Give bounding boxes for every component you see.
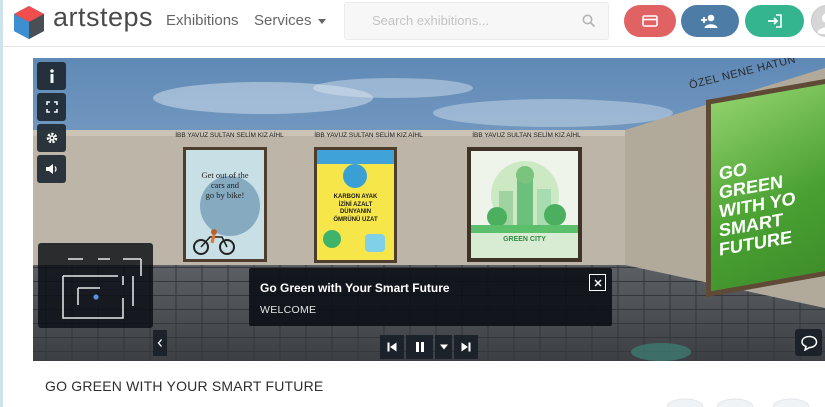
user-icon xyxy=(817,13,825,34)
sign-up-button[interactable] xyxy=(681,5,739,37)
minimap[interactable] xyxy=(38,243,153,328)
next-button[interactable] xyxy=(454,335,478,359)
poster-text: KARBON AYAK İZİNİ AZALT DÜNYANIN ÖMRÜNÜ … xyxy=(317,194,394,224)
next-icon xyxy=(461,342,471,352)
globe-graphic xyxy=(343,164,367,188)
settings-button[interactable] xyxy=(37,124,66,152)
card-icon xyxy=(642,15,658,27)
artwork-frame[interactable]: GREEN CITY xyxy=(467,147,582,262)
fullscreen-button[interactable] xyxy=(37,93,66,121)
artwork-frame-large[interactable]: GO GREEN WITH YO SMART FUTURE xyxy=(706,79,825,297)
gear-icon xyxy=(46,132,57,144)
action-buttons-partial[interactable] xyxy=(663,396,823,407)
close-icon xyxy=(594,279,601,286)
poster-line: go by bike! xyxy=(205,190,245,200)
login-icon xyxy=(767,14,782,28)
logo-text[interactable]: artsteps xyxy=(53,2,153,33)
bicycle-graphic xyxy=(193,229,235,255)
artwork-label: İBB YAVUZ SULTAN SELİM KIZ AİHL xyxy=(472,132,581,139)
info-button[interactable] xyxy=(37,62,66,90)
caption-subtitle: WELCOME xyxy=(260,304,317,316)
caption-close-button[interactable] xyxy=(589,274,606,291)
poster-line: Get out of the xyxy=(201,170,249,180)
decorative-shape xyxy=(323,230,341,248)
poster-green-city: GREEN CITY xyxy=(471,151,578,258)
top-navbar: artsteps Exhibitions Services xyxy=(3,0,825,47)
search-input[interactable] xyxy=(370,12,574,29)
nav-exhibitions[interactable]: Exhibitions xyxy=(166,12,239,29)
login-button[interactable] xyxy=(745,5,804,37)
chevron-left-icon xyxy=(157,339,162,347)
poster-line: ÖMRÜNÜ UZAT xyxy=(333,216,378,223)
artwork-caption-panel: Go Green with Your Smart Future WELCOME xyxy=(249,268,612,326)
add-user-icon xyxy=(701,14,718,28)
artsteps-logo[interactable] xyxy=(11,4,47,40)
poster-text: GO GREEN WITH YO SMART FUTURE xyxy=(719,151,796,260)
poster-text: Get out of the cars and go by bike! xyxy=(186,170,264,200)
previous-icon xyxy=(387,342,397,352)
artwork-label: İBB YAVUZ SULTAN SELİM KIZ AİHL xyxy=(314,132,423,139)
exhibition-3d-viewer[interactable]: İBB YAVUZ SULTAN SELİM KIZ AİHL Get out … xyxy=(33,58,825,361)
info-icon xyxy=(49,69,54,83)
nav-services-label: Services xyxy=(254,12,312,29)
search-icon[interactable] xyxy=(582,14,596,28)
nav-services[interactable]: Services xyxy=(254,12,326,29)
poster-bike: Get out of the cars and go by bike! xyxy=(186,150,264,259)
volume-button[interactable] xyxy=(37,155,66,183)
search-box xyxy=(344,2,609,40)
previous-button[interactable] xyxy=(380,335,404,359)
comments-button[interactable] xyxy=(795,329,822,356)
avatar[interactable] xyxy=(811,5,825,37)
poster-carbon: KARBON AYAK İZİNİ AZALT DÜNYANIN ÖMRÜNÜ … xyxy=(317,150,394,260)
poster-line: cars and xyxy=(210,180,240,190)
caption-title: Go Green with Your Smart Future xyxy=(260,281,450,295)
poster-band xyxy=(317,150,394,164)
fullscreen-icon xyxy=(45,101,58,113)
position-marker xyxy=(93,294,99,300)
artwork-label: İBB YAVUZ SULTAN SELİM KIZ AİHL xyxy=(175,132,284,139)
artwork-frame[interactable]: KARBON AYAK İZİNİ AZALT DÜNYANIN ÖMRÜNÜ … xyxy=(314,147,397,263)
decorative-shape xyxy=(365,234,385,252)
caret-down-icon xyxy=(317,18,326,24)
create-exhibition-button[interactable] xyxy=(624,5,676,37)
chat-icon xyxy=(800,335,817,351)
minimap-floorplan xyxy=(62,258,142,319)
poster-line: DÜNYANIN xyxy=(339,209,372,215)
minimap-toggle-button[interactable] xyxy=(153,330,167,356)
artwork-frame[interactable]: Get out of the cars and go by bike! xyxy=(183,147,267,262)
poster-text: GREEN CITY xyxy=(503,236,546,243)
volume-icon xyxy=(45,164,57,174)
pause-button[interactable] xyxy=(406,335,433,359)
page: artsteps Exhibitions Services Search exh… xyxy=(0,0,825,407)
poster-line: İZİNİ AZALT xyxy=(338,201,373,208)
tour-menu-button[interactable] xyxy=(435,335,452,359)
pause-icon xyxy=(415,342,424,352)
poster-go-green: GO GREEN WITH YO SMART FUTURE xyxy=(711,84,825,292)
poster-line: KARBON AYAK xyxy=(333,194,378,200)
exhibition-title: GO GREEN WITH YOUR SMART FUTURE xyxy=(45,378,324,394)
caret-down-icon xyxy=(439,344,448,350)
